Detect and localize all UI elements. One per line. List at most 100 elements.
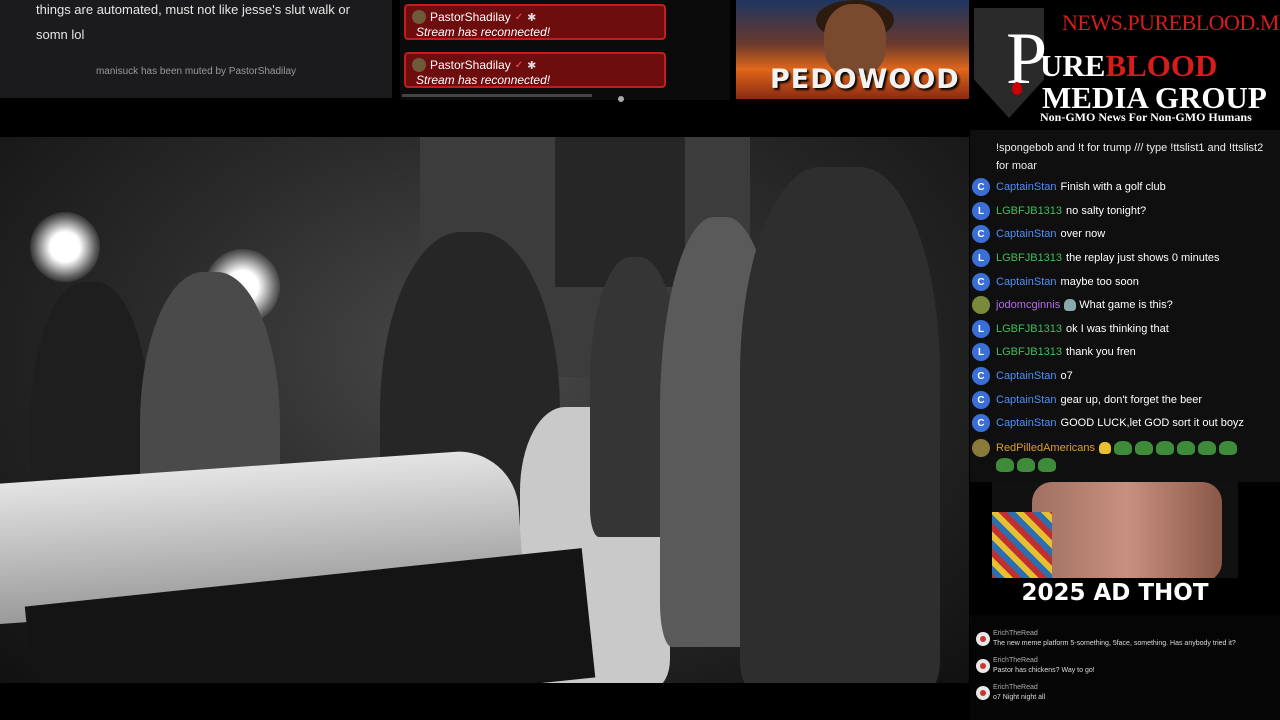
chat-message: C CaptainStan over now <box>972 224 1105 244</box>
ad-pattern <box>992 512 1052 582</box>
gear-icon[interactable]: ✱ <box>527 11 536 24</box>
mini-chat: ErichTheRead The new meme platform 5-som… <box>970 615 1280 720</box>
chat-text: What game is this? <box>1079 299 1173 311</box>
thumbnail-caption: PEDOWOOD <box>770 64 960 95</box>
ad-image <box>1032 482 1222 582</box>
chat-text: the replay just shows 0 minutes <box>1066 252 1220 264</box>
avatar <box>972 296 990 314</box>
pepe-emote-icon <box>1017 458 1035 472</box>
chat-text: no salty tonight? <box>1066 205 1147 217</box>
mini-chat-text: Pastor has chickens? Way to go! <box>993 667 1095 674</box>
mute-notice: manisuck has been muted by PastorShadila… <box>95 66 297 77</box>
pepe-emote-icon <box>1135 441 1154 455</box>
chat-username[interactable]: CaptainStan <box>996 276 1057 288</box>
blood-drop-icon <box>1012 82 1022 95</box>
logo-url: NEWS.PUREBLOOD.MEDIA <box>1062 10 1280 35</box>
chat-message: L LGBFJB1313 ok I was thinking that <box>972 319 1169 339</box>
chat-username[interactable]: LGBFJB1313 <box>996 346 1062 358</box>
indicator-dot <box>618 96 624 102</box>
chat-username[interactable]: LGBFJB1313 <box>996 323 1062 335</box>
gear-icon[interactable]: ✱ <box>527 59 536 72</box>
top-chat-panel: things are automated, must not like jess… <box>0 0 392 98</box>
chat-username[interactable]: RedPilledAmericans <box>996 442 1095 454</box>
chat-text: Finish with a golf club <box>1060 181 1166 193</box>
chat-message: C CaptainStan Finish with a golf club <box>972 177 1166 197</box>
chat-username[interactable]: LGBFJB1313 <box>996 252 1062 264</box>
verified-icon: ✓ <box>514 11 524 23</box>
avatar <box>412 10 426 24</box>
user-badge-icon: C <box>972 178 990 196</box>
chat-text: maybe too soon <box>1060 276 1139 288</box>
emote-icon <box>1064 299 1077 311</box>
logo-tagline: Non-GMO News For Non-GMO Humans <box>1040 110 1252 124</box>
chat-text: o7 <box>1060 370 1073 382</box>
user-badge-icon: L <box>972 249 990 267</box>
verified-icon: ✓ <box>514 59 524 71</box>
user-badge-icon: C <box>972 391 990 409</box>
chat-message: L LGBFJB1313 the replay just shows 0 min… <box>972 248 1220 268</box>
main-video-frame[interactable] <box>0 137 969 683</box>
chat-message: C CaptainStan gear up, don't forget the … <box>972 390 1202 410</box>
emote-row <box>996 458 1059 472</box>
user-badge-icon: C <box>972 367 990 385</box>
user-badge-icon: L <box>972 202 990 220</box>
chat-text: over now <box>1060 228 1106 240</box>
officer-silhouette <box>740 167 940 683</box>
alerts-panel: PastorShadilay ✓ ✱ Stream has reconnecte… <box>400 0 730 102</box>
avatar <box>412 58 426 72</box>
ad-banner[interactable]: 2025 AD THOT <box>992 482 1238 615</box>
brand-logo: NEWS.PUREBLOOD.MEDIA P UREBLOOD MEDIA GR… <box>970 0 1280 130</box>
chat-text: ok I was thinking that <box>1066 323 1169 335</box>
chat-text: GOOD LUCK,let GOD sort it out boyz <box>1060 417 1244 429</box>
divider <box>402 94 592 97</box>
chat-message: L LGBFJB1313 no salty tonight? <box>972 201 1146 221</box>
avatar <box>976 659 990 673</box>
chat-username[interactable]: CaptainStan <box>996 181 1057 193</box>
top-chat-message: things are automated, must not like jess… <box>36 2 350 42</box>
video-thumbnail[interactable]: PEDOWOOD <box>736 0 969 99</box>
command-info: !spongebob and !t for trump /// type !tt… <box>996 142 1264 172</box>
pepe-emote-icon <box>1038 458 1056 472</box>
chat-username[interactable]: LGBFJB1313 <box>996 205 1062 217</box>
chat-text: gear up, don't forget the beer <box>1060 394 1203 406</box>
chat-username[interactable]: CaptainStan <box>996 370 1057 382</box>
user-badge-icon: C <box>972 414 990 432</box>
chat-username[interactable]: jodomcginnis <box>996 299 1060 311</box>
chat-username[interactable]: CaptainStan <box>996 394 1057 406</box>
mini-chat-text: The new meme platform 5-something, 5face… <box>993 640 1236 647</box>
user-badge-icon: C <box>972 273 990 291</box>
chat-panel: !spongebob and !t for trump /// type !tt… <box>970 130 1280 482</box>
pepe-emote-icon <box>1156 441 1175 455</box>
user-badge-icon: C <box>972 225 990 243</box>
alert-user: PastorShadilay <box>430 58 511 72</box>
chat-message: L LGBFJB1313 thank you fren <box>972 342 1136 362</box>
alert-text: Stream has reconnected! <box>416 73 551 87</box>
alert-text: Stream has reconnected! <box>416 25 551 39</box>
alert-user: PastorShadilay <box>430 10 511 24</box>
chat-message: C CaptainStan o7 <box>972 366 1073 386</box>
avatar <box>972 439 990 457</box>
pepe-emote-icon <box>1114 441 1133 455</box>
chat-message: C CaptainStan maybe too soon <box>972 272 1139 292</box>
pepe-emote-icon <box>1198 441 1217 455</box>
pepe-emote-icon <box>1177 441 1196 455</box>
avatar <box>976 632 990 646</box>
chat-message: RedPilledAmericans <box>972 438 1240 458</box>
pepe-emote-icon <box>996 458 1014 472</box>
chat-username[interactable]: CaptainStan <box>996 228 1057 240</box>
mini-chat-username[interactable]: ErichTheRead <box>993 683 1038 693</box>
mini-chat-username[interactable]: ErichTheRead <box>993 629 1038 639</box>
mini-chat-username[interactable]: ErichTheRead <box>993 656 1038 666</box>
chat-username[interactable]: CaptainStan <box>996 417 1057 429</box>
avatar <box>976 686 990 700</box>
ad-caption: 2025 AD THOT <box>992 578 1238 615</box>
mini-chat-text: o7 Night night all <box>993 694 1046 701</box>
chat-text: thank you fren <box>1066 346 1136 358</box>
user-badge-icon: L <box>972 343 990 361</box>
reconnect-alert: PastorShadilay ✓ ✱ Stream has reconnecte… <box>404 4 666 40</box>
chat-message: jodomcginnis What game is this? <box>972 295 1173 315</box>
pepe-emote-icon <box>1219 441 1238 455</box>
user-badge-icon: L <box>972 320 990 338</box>
logo-line1: UREBLOOD <box>1040 48 1218 83</box>
chat-message: C CaptainStan GOOD LUCK,let GOD sort it … <box>972 413 1244 433</box>
